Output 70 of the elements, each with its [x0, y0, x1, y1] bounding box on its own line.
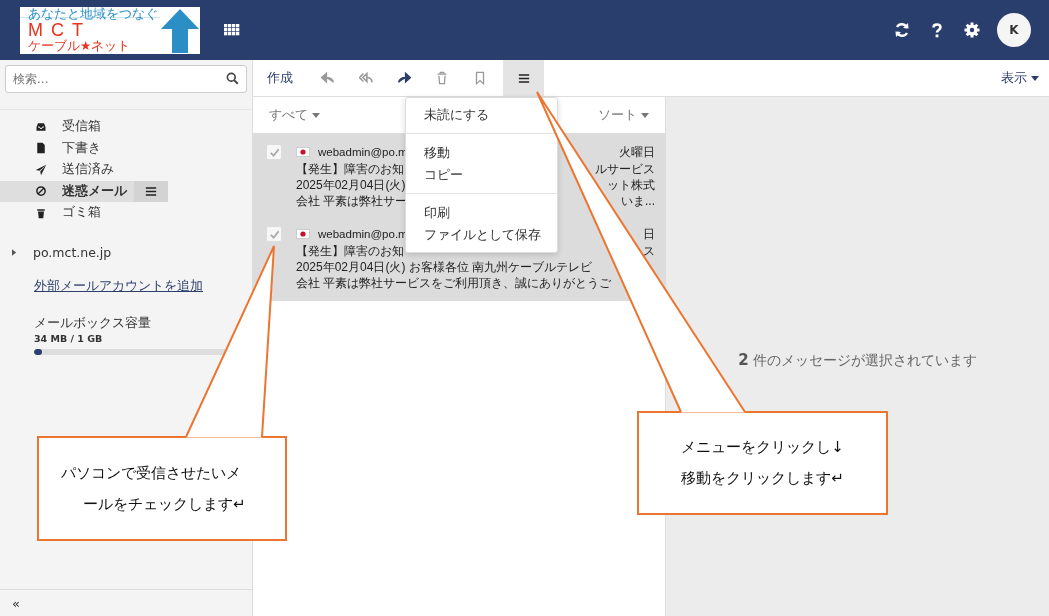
flag-icon: [296, 147, 310, 157]
reply-all-icon: [359, 71, 373, 85]
checkmark-icon: [268, 146, 280, 158]
preview-text: 【発生】障害のお知: [296, 243, 404, 259]
caret-down-icon: [641, 112, 649, 118]
folder-item[interactable]: ゴミ箱: [0, 202, 252, 224]
callout-text: メニューをクリックし↓: [681, 438, 844, 457]
search-icon: [226, 72, 239, 85]
folder-item[interactable]: 受信箱: [0, 116, 252, 138]
message-date: 火曜日: [619, 144, 655, 160]
caret-down-icon: [312, 112, 320, 118]
logo-tagline: あなたと地域をつなぐ: [28, 6, 158, 21]
menu-item[interactable]: 未読にする: [406, 104, 557, 126]
refresh-icon[interactable]: [894, 22, 910, 38]
preview-text: 会社 平素は弊社サービスをご利用頂き、誠にありがとうご: [296, 275, 612, 291]
selection-message: 2 件のメッセージが選択されています: [738, 351, 977, 369]
inbox-icon: [35, 120, 47, 133]
sender: webadmin@po.m: [318, 228, 408, 240]
folder-item[interactable]: 下書き: [0, 137, 252, 159]
trash-icon: [435, 71, 449, 85]
checkbox[interactable]: [266, 226, 282, 242]
checkbox[interactable]: [266, 144, 282, 160]
checkmark-icon: [268, 228, 280, 240]
forward-icon: [397, 71, 411, 85]
menu-icon: [145, 185, 157, 197]
folder-menu-button[interactable]: [134, 180, 168, 202]
logo[interactable]: あなたと地域をつなぐ MCT ケーブル★ネット: [20, 6, 200, 54]
flag-icon: [296, 229, 310, 239]
message-date: 日: [643, 226, 655, 242]
preview-text: ルサービス: [595, 161, 655, 177]
menu-icon: [517, 72, 530, 84]
caret-down-icon: [1031, 75, 1039, 81]
menu-item[interactable]: ファイルとして保存: [406, 224, 557, 246]
preview-text: ス: [643, 243, 655, 259]
callout-text: 移動をクリックします↵: [681, 469, 844, 488]
folder-item[interactable]: 送信済み: [0, 159, 252, 181]
paper-plane-icon: [35, 163, 47, 176]
menu-item[interactable]: コピー: [406, 164, 557, 186]
menu-item[interactable]: 移動: [406, 142, 557, 164]
preview-text: ット株式: [607, 177, 655, 193]
compose-button[interactable]: 作成: [255, 60, 305, 96]
preview-text: 2025年02月04日(火) お客様各位 南九州ケーブルテレビ: [296, 259, 593, 275]
logo-name: MCT: [28, 20, 91, 39]
preview-text: いま...: [621, 193, 655, 209]
filter-dropdown[interactable]: すべて: [253, 106, 336, 124]
grid-icon[interactable]: [224, 24, 240, 36]
search-field[interactable]: 検索...: [5, 65, 247, 93]
quota-label: メールボックス容量: [34, 314, 151, 332]
sort-dropdown[interactable]: ソート: [582, 106, 665, 124]
callout-text: ールをチェックします↵: [82, 494, 246, 514]
view-button[interactable]: 表示: [989, 60, 1049, 96]
help-icon[interactable]: [929, 22, 945, 38]
logo-subtitle: ケーブル★ネット: [28, 38, 131, 53]
reply-icon: [321, 71, 335, 85]
sender: webadmin@po.m: [318, 146, 408, 158]
more-menu-button[interactable]: [503, 60, 544, 96]
preview-text: 【発生】障害のお知: [296, 161, 404, 177]
account-item[interactable]: po.mct.ne.jp: [12, 243, 252, 262]
callout-text: パソコンで受信させたいメ: [61, 463, 241, 483]
document-icon: [35, 142, 47, 155]
blocked-icon: [35, 185, 47, 198]
preview-text: 2025年02月04日(火): [296, 177, 406, 193]
menu-item[interactable]: 印刷: [406, 202, 557, 224]
trash-icon: [35, 206, 47, 219]
settings-icon[interactable]: [964, 22, 980, 38]
quota-reading: 34 MB / 1 GB: [34, 332, 103, 344]
add-account-link[interactable]: 外部メールアカウントを追加: [34, 277, 203, 295]
collapse-button[interactable]: «: [12, 595, 20, 611]
user-avatar[interactable]: K: [997, 13, 1031, 47]
bookmark-icon: [473, 71, 487, 85]
